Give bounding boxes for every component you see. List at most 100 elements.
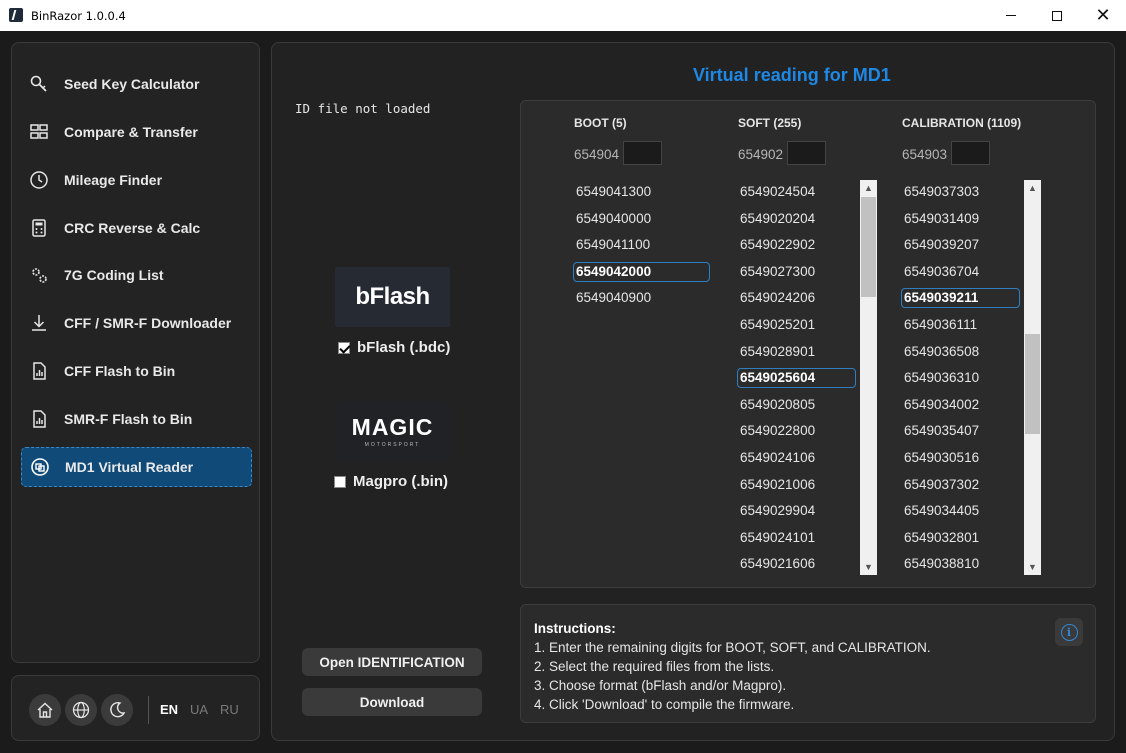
sidebar-item-cff-smrf-downloader[interactable]: CFF / SMR-F Downloader [21, 303, 252, 343]
scroll-thumb[interactable] [1025, 334, 1040, 434]
bflash-label: bFlash (.bdc) [357, 339, 451, 356]
sidebar-item-label: Compare & Transfer [64, 124, 198, 140]
list-item[interactable]: 6549027300 [737, 259, 856, 285]
sidebar-item-label: CRC Reverse & Calc [64, 220, 201, 236]
key-search-icon [28, 73, 50, 95]
app-icon [9, 8, 23, 22]
list-item[interactable]: 6549020805 [737, 392, 856, 418]
sidebar-item-cff-flash-to-bin[interactable]: CFF Flash to Bin [21, 351, 252, 391]
page-title: Virtual reading for MD1 [693, 65, 891, 85]
chip-icon [29, 456, 51, 478]
lang-en[interactable]: EN [160, 702, 178, 717]
magpro-label: Magpro (.bin) [353, 473, 448, 490]
sidebar-item-mileage-finder[interactable]: Mileage Finder [21, 160, 252, 200]
info-button[interactable]: i [1055, 618, 1083, 646]
sidebar-item-label: 7G Coding List [64, 267, 164, 283]
divider [148, 696, 149, 724]
soft-digits-input[interactable] [787, 141, 826, 165]
checkbox-checked[interactable] [338, 341, 350, 354]
instruction-line: 4. Click 'Download' to compile the firmw… [534, 697, 795, 712]
window-title: BinRazor 1.0.0.4 [31, 9, 126, 23]
list-item[interactable]: 6549036508 [901, 339, 1020, 365]
theme-toggle-button[interactable] [101, 694, 133, 726]
list-item[interactable]: 6549035407 [901, 418, 1020, 444]
list-item[interactable]: 6549039207 [901, 232, 1020, 258]
home-button[interactable] [29, 694, 61, 726]
calibration-scrollbar[interactable]: ▲ ▼ [1024, 180, 1041, 575]
info-icon: i [1060, 623, 1078, 641]
soft-header: SOFT (255) [738, 116, 802, 130]
lang-ua[interactable]: UA [190, 702, 208, 717]
close-button[interactable]: ✕ [1080, 0, 1126, 31]
list-item[interactable]: 6549040900 [573, 285, 710, 311]
list-item[interactable]: 6549021006 [737, 472, 856, 498]
minimize-button[interactable] [988, 0, 1034, 31]
list-item[interactable]: 6549024504 [737, 179, 856, 205]
compare-icon [28, 121, 50, 143]
scroll-down-icon[interactable]: ▼ [860, 559, 877, 575]
list-item[interactable]: 6549021606 [737, 551, 856, 577]
boot-digits-input[interactable] [623, 141, 662, 165]
list-item[interactable]: 6549036111 [901, 312, 1020, 338]
list-item[interactable]: 6549030516 [901, 445, 1020, 471]
id-file-status: ID file not loaded [295, 101, 431, 116]
instructions-title: Instructions: [534, 621, 616, 636]
download-button[interactable]: Download [302, 688, 482, 716]
list-item[interactable]: 6549038810 [901, 551, 1020, 577]
minimize-icon [1006, 15, 1016, 16]
scroll-thumb[interactable] [861, 197, 876, 297]
list-item[interactable]: 6549024106 [737, 445, 856, 471]
magpro-checkbox[interactable]: Magpro (.bin) [334, 473, 448, 490]
gears-icon [28, 264, 50, 286]
sidebar-item-seed-key-calculator[interactable]: Seed Key Calculator [21, 64, 252, 104]
close-icon: ✕ [1095, 4, 1111, 26]
list-item[interactable]: 6549036704 [901, 259, 1020, 285]
sidebar-item-crc-reverse-calc[interactable]: CRC Reverse & Calc [21, 208, 252, 248]
soft-scrollbar[interactable]: ▲ ▼ [860, 180, 877, 575]
sidebar-item-md1-virtual-reader[interactable]: MD1 Virtual Reader [21, 447, 252, 487]
open-identification-button[interactable]: Open IDENTIFICATION [302, 648, 482, 676]
web-button[interactable] [65, 694, 97, 726]
boot-prefix: 654904 [574, 147, 620, 162]
list-item-selected[interactable]: 6549025604 [737, 368, 856, 389]
boot-list[interactable]: 6549041300 6549040000 6549041100 6549042000… [573, 179, 714, 579]
list-item[interactable]: 6549032801 [901, 525, 1020, 551]
list-item[interactable]: 6549031409 [901, 206, 1020, 232]
lang-ru[interactable]: RU [220, 702, 239, 717]
soft-prefix: 654902 [738, 147, 784, 162]
list-item[interactable]: 6549022902 [737, 232, 856, 258]
scroll-up-icon[interactable]: ▲ [1024, 180, 1041, 196]
list-item[interactable]: 6549029904 [737, 498, 856, 524]
sidebar-item-label: Mileage Finder [64, 172, 163, 188]
scroll-down-icon[interactable]: ▼ [1024, 559, 1041, 575]
home-icon [37, 702, 53, 718]
list-item[interactable]: 6549037302 [901, 472, 1020, 498]
calibration-digits-input[interactable] [951, 141, 990, 165]
list-item[interactable]: 6549024206 [737, 285, 856, 311]
list-item[interactable]: 6549034405 [901, 498, 1020, 524]
soft-list[interactable]: 6549024504 6549020204 6549022902 6549027300… [737, 179, 859, 579]
list-item[interactable]: 6549022800 [737, 418, 856, 444]
sidebar-item-label: Seed Key Calculator [64, 76, 200, 92]
list-item[interactable]: 6549041100 [573, 232, 710, 258]
list-item-selected[interactable]: 6549042000 [573, 261, 710, 282]
sidebar-item-smrf-flash-to-bin[interactable]: SMR-F Flash to Bin [21, 399, 252, 439]
download-icon [28, 312, 50, 334]
list-item[interactable]: 6549020204 [737, 206, 856, 232]
scroll-up-icon[interactable]: ▲ [860, 180, 877, 196]
list-item[interactable]: 6549034002 [901, 392, 1020, 418]
calibration-list[interactable]: 6549037303 6549031409 6549039207 6549036704… [901, 179, 1023, 579]
sidebar-item-compare-transfer[interactable]: Compare & Transfer [21, 112, 252, 152]
list-item[interactable]: 6549024101 [737, 525, 856, 551]
checkbox-unchecked[interactable] [334, 475, 346, 488]
list-item[interactable]: 6549037303 [901, 179, 1020, 205]
list-item[interactable]: 6549025201 [737, 312, 856, 338]
list-item[interactable]: 6549041300 [573, 179, 710, 205]
bflash-checkbox[interactable]: bFlash (.bdc) [338, 339, 450, 356]
list-item[interactable]: 6549028901 [737, 339, 856, 365]
list-item[interactable]: 6549040000 [573, 206, 710, 232]
maximize-button[interactable] [1034, 0, 1080, 31]
sidebar-item-7g-coding-list[interactable]: 7G Coding List [21, 255, 252, 295]
list-item-selected[interactable]: 6549039211 [901, 288, 1020, 309]
list-item[interactable]: 6549036310 [901, 365, 1020, 391]
